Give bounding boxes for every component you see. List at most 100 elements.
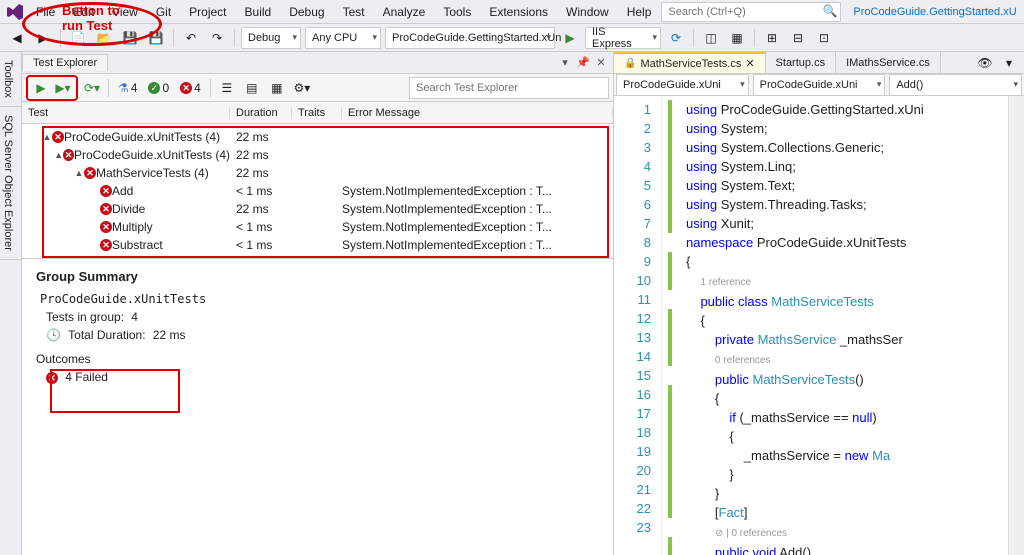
toolbar-btn-3[interactable]: ⊞	[761, 27, 783, 49]
redo-button[interactable]: ↷	[206, 27, 228, 49]
editor-panel: 🔒MathServiceTests.cs ✕Startup.csIMathsSe…	[614, 52, 1024, 555]
menu-bar: FileEditViewGitProjectBuildDebugTestAnal…	[0, 0, 1024, 24]
run-target-combo[interactable]: IIS Express	[585, 27, 661, 49]
flask-count[interactable]: ⚗4	[114, 81, 141, 95]
more-tabs-icon[interactable]: ▾	[998, 52, 1020, 74]
nav-back-button[interactable]: ◀	[6, 27, 28, 49]
run-tests-dropdown[interactable]: ▶▾	[52, 77, 74, 99]
fail-icon: ✕	[63, 149, 74, 161]
test-tree: ▲✕ ProCodeGuide.xUnitTests (4)22 ms▲✕ Pr…	[22, 124, 613, 258]
test-search-input[interactable]	[409, 77, 609, 99]
quick-search[interactable]: 🔍	[661, 2, 841, 22]
settings-icon[interactable]: ⚙▾	[291, 77, 313, 99]
save-button[interactable]: 💾	[119, 27, 141, 49]
doc-tab[interactable]: Startup.cs	[766, 52, 837, 73]
menu-project[interactable]: Project	[181, 3, 234, 21]
test-row[interactable]: ✕ Multiply< 1 msSystem.NotImplementedExc…	[22, 218, 613, 236]
test-explorer-panel: Test Explorer ▾ 📌 ✕ ▶ ▶▾ ⟳▾ ⚗4 ✓0 ✕4 ☰ ▤…	[22, 52, 614, 555]
close-tab-icon[interactable]: ✕	[745, 57, 754, 70]
pin-icon[interactable]: 📌	[575, 56, 591, 69]
doc-tab[interactable]: 🔒MathServiceTests.cs ✕	[614, 52, 766, 73]
test-row[interactable]: ▲✕ ProCodeGuide.xUnitTests (4)22 ms	[22, 146, 613, 164]
platform-combo[interactable]: Any CPU	[305, 27, 381, 49]
col-duration[interactable]: Duration	[230, 107, 292, 119]
fail-icon: ✕	[100, 203, 112, 215]
fail-icon: ✕	[100, 185, 112, 197]
menu-build[interactable]: Build	[237, 3, 280, 21]
sidetab-sql[interactable]: SQL Server Object Explorer	[0, 107, 21, 260]
undo-button[interactable]: ↶	[180, 27, 202, 49]
nav-fwd-button[interactable]: ▶	[32, 27, 54, 49]
doc-tab[interactable]: IMathsService.cs	[836, 52, 941, 73]
col-error[interactable]: Error Message	[342, 107, 613, 119]
group-by-icon[interactable]: ☰	[216, 77, 238, 99]
fail-icon: ✕	[100, 221, 112, 233]
test-row[interactable]: ▲✕ MathServiceTests (4)22 ms	[22, 164, 613, 182]
test-row[interactable]: ✕ Divide22 msSystem.NotImplementedExcept…	[22, 200, 613, 218]
test-explorer-tab[interactable]: Test Explorer	[22, 54, 108, 71]
menu-debug[interactable]: Debug	[281, 3, 332, 21]
menu-window[interactable]: Window	[558, 3, 617, 21]
nav-bar: ProCodeGuide.xUni ProCodeGuide.xUni Add(…	[614, 74, 1024, 96]
fail-icon: ✕	[52, 131, 64, 143]
toolbar-btn-2[interactable]: ▦	[726, 27, 748, 49]
sidetab-toolbox[interactable]: Toolbox	[0, 52, 21, 107]
test-row[interactable]: ✕ Add< 1 msSystem.NotImplementedExceptio…	[22, 182, 613, 200]
refresh-icon[interactable]: ⟳	[665, 27, 687, 49]
run-button[interactable]: ▶	[559, 27, 581, 49]
menu-analyze[interactable]: Analyze	[375, 3, 434, 21]
summary-tests: Tests in group: 4	[46, 310, 599, 324]
config-combo[interactable]: Debug	[241, 27, 301, 49]
summary-heading: Group Summary	[36, 269, 599, 284]
vs-logo-icon	[6, 3, 26, 21]
playlist-icon[interactable]: ▦	[266, 77, 288, 99]
menu-extensions[interactable]: Extensions	[481, 3, 556, 21]
test-row[interactable]: ✕ Substract< 1 msSystem.NotImplementedEx…	[22, 236, 613, 254]
main-toolbar: ◀ ▶ 📄 📂 💾 💾 ↶ ↷ Debug Any CPU ProCodeGui…	[0, 24, 1024, 52]
summary-title: ProCodeGuide.xUnitTests	[40, 292, 599, 306]
dropdown-icon[interactable]: ▾	[557, 56, 573, 69]
nav-namespace[interactable]: ProCodeGuide.xUni	[616, 74, 749, 96]
menu-file[interactable]: File	[28, 3, 63, 21]
summary-failed: ✕ 4 Failed	[46, 370, 599, 384]
test-explorer-toolbar: ▶ ▶▾ ⟳▾ ⚗4 ✓0 ✕4 ☰ ▤ ▦ ⚙▾	[22, 74, 613, 102]
toolbar-btn-1[interactable]: ◫	[700, 27, 722, 49]
lock-icon: 🔒	[624, 58, 636, 69]
startup-project-combo[interactable]: ProCodeGuide.GettingStarted.xUn	[385, 27, 555, 49]
pass-count[interactable]: ✓0	[144, 81, 173, 95]
code-editor[interactable]: 1234567891011121314151617181920212223 us…	[614, 96, 1024, 555]
nav-member[interactable]: Add()	[889, 74, 1022, 96]
col-test[interactable]: Test	[22, 107, 230, 119]
summary-duration: 🕓 Total Duration: 22 ms	[46, 328, 599, 342]
search-input[interactable]	[661, 2, 841, 22]
repeat-icon[interactable]: ⟳▾	[81, 77, 103, 99]
menu-tools[interactable]: Tools	[435, 3, 479, 21]
summary-outcomes: Outcomes	[36, 352, 599, 366]
save-all-button[interactable]: 💾	[145, 27, 167, 49]
side-tab-strip: Toolbox SQL Server Object Explorer	[0, 52, 22, 555]
test-row[interactable]: ▲✕ ProCodeGuide.xUnitTests (4)22 ms	[22, 128, 613, 146]
fail-icon: ✕	[84, 167, 96, 179]
open-button[interactable]: 📂	[93, 27, 115, 49]
fail-icon: ✕	[100, 239, 112, 251]
group-summary: Group Summary ProCodeGuide.xUnitTests Te…	[22, 258, 613, 555]
menu-git[interactable]: Git	[148, 3, 179, 21]
test-columns: Test Duration Traits Error Message	[22, 102, 613, 124]
search-icon: 🔍	[822, 4, 837, 18]
fail-count[interactable]: ✕4	[176, 81, 205, 95]
new-project-button[interactable]: 📄	[67, 27, 89, 49]
close-icon[interactable]: ✕	[593, 56, 609, 69]
menu-edit[interactable]: Edit	[65, 3, 102, 21]
list-icon[interactable]: ▤	[241, 77, 263, 99]
menu-view[interactable]: View	[104, 3, 146, 21]
menu-test[interactable]: Test	[335, 3, 373, 21]
toolbar-btn-4[interactable]: ⊟	[787, 27, 809, 49]
document-tabs: 🔒MathServiceTests.cs ✕Startup.csIMathsSe…	[614, 52, 1024, 74]
preview-icon[interactable]: 👁	[974, 52, 996, 74]
vertical-scrollbar[interactable]	[1008, 96, 1024, 555]
nav-class[interactable]: ProCodeGuide.xUni	[753, 74, 886, 96]
menu-help[interactable]: Help	[619, 3, 660, 21]
run-all-tests-button[interactable]: ▶	[30, 77, 52, 99]
col-traits[interactable]: Traits	[292, 107, 342, 119]
toolbar-btn-5[interactable]: ⊡	[813, 27, 835, 49]
